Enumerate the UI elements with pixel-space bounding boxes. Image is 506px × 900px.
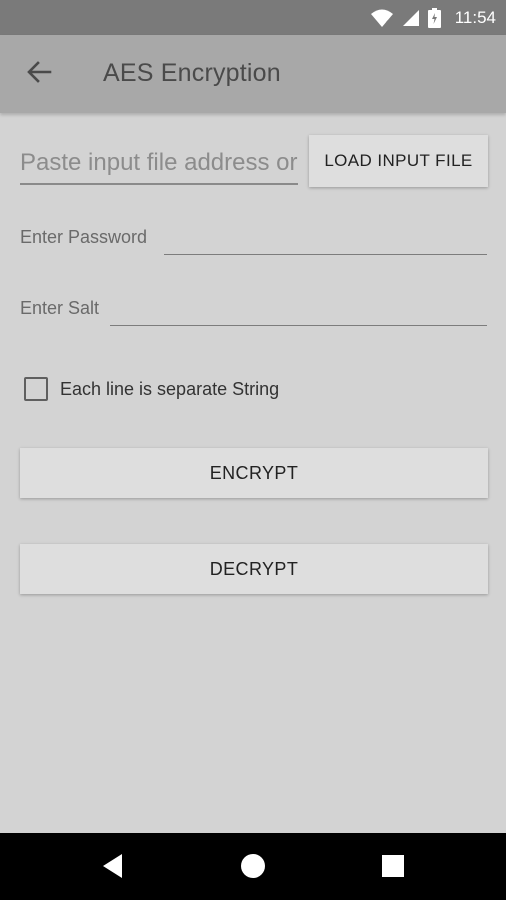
app-title: AES Encryption: [103, 59, 281, 87]
salt-label: Enter Salt: [20, 298, 100, 318]
password-field[interactable]: [164, 224, 487, 255]
load-input-file-button[interactable]: LOAD INPUT FILE: [309, 135, 488, 187]
password-label: Enter Password: [20, 227, 148, 247]
nav-home-button[interactable]: [236, 851, 270, 885]
status-time: 11:54: [454, 7, 496, 27]
wifi-icon: [370, 8, 394, 28]
recents-square-icon: [382, 854, 404, 882]
separate-lines-checkbox[interactable]: [24, 377, 48, 401]
signal-icon: [402, 9, 420, 27]
back-triangle-icon: [101, 853, 125, 884]
salt-field[interactable]: [110, 295, 487, 326]
separate-lines-checkbox-row[interactable]: Each line is separate String: [24, 375, 279, 403]
input-file-address-field[interactable]: [20, 143, 298, 185]
nav-recents-button[interactable]: [376, 851, 410, 885]
arrow-left-icon: [26, 60, 52, 89]
app-bar: AES Encryption: [0, 35, 506, 113]
home-circle-icon: [240, 853, 266, 884]
status-bar: 11:54: [0, 0, 506, 35]
nav-back-button[interactable]: [96, 851, 130, 885]
separate-lines-label: Each line is separate String: [60, 378, 280, 399]
encrypt-button[interactable]: ENCRYPT: [20, 448, 488, 498]
back-button[interactable]: [22, 58, 56, 90]
navigation-bar: [0, 833, 506, 900]
decrypt-button[interactable]: DECRYPT: [20, 544, 488, 594]
battery-charging-icon: [427, 7, 441, 28]
